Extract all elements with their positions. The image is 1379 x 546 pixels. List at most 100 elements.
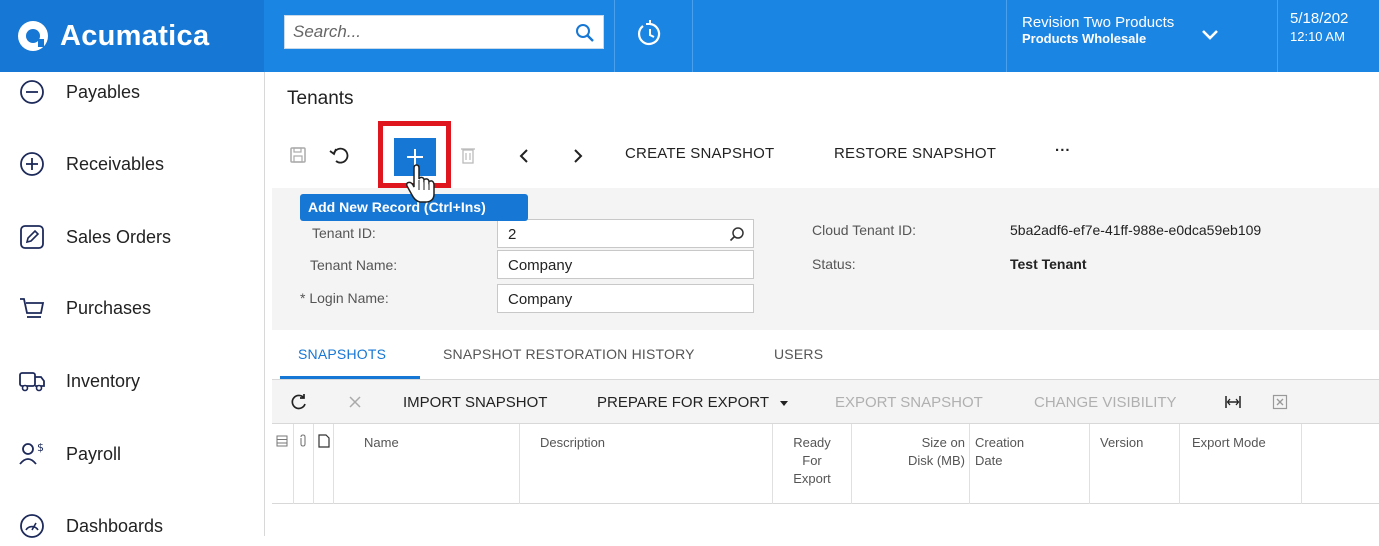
- grid-header: Name Description Ready For Export Size o…: [272, 424, 1379, 504]
- tenant-id-value: 2: [508, 226, 517, 243]
- ready-line-2: For: [802, 453, 822, 468]
- sidebar-item-label: Receivables: [66, 153, 165, 174]
- more-actions-button[interactable]: ···: [1055, 142, 1071, 159]
- sidebar-item-label: Payroll: [66, 443, 122, 464]
- cloud-tenant-id-value: 5ba2adf6-ef7e-41ff-988e-e0dca59eb109: [1010, 222, 1262, 238]
- size-line-2: Disk (MB): [907, 453, 965, 468]
- sidebar-item-purchases[interactable]: Purchases: [18, 288, 151, 328]
- table-icon: [276, 435, 288, 447]
- column-files-indicator[interactable]: [272, 424, 294, 504]
- tab-snapshots[interactable]: SNAPSHOTS: [298, 346, 386, 362]
- cloud-tenant-id-label: Cloud Tenant ID:: [812, 222, 917, 238]
- column-attachments[interactable]: [294, 424, 314, 504]
- close-icon[interactable]: [348, 395, 362, 409]
- minus-circle-icon: [20, 80, 44, 104]
- column-notes[interactable]: [314, 424, 334, 504]
- next-icon[interactable]: [570, 147, 586, 165]
- top-separator: [1277, 0, 1278, 72]
- column-ready-for-export[interactable]: Ready For Export: [773, 424, 852, 504]
- truck-icon: [19, 372, 45, 392]
- tenant-id-field[interactable]: 2: [497, 219, 754, 248]
- login-name-field[interactable]: Company: [497, 284, 754, 313]
- refresh-icon[interactable]: [290, 393, 308, 411]
- cart-icon: [20, 298, 45, 318]
- required-mark: *: [300, 290, 306, 306]
- export-snapshot-button[interactable]: EXPORT SNAPSHOT: [835, 394, 983, 411]
- active-tab-indicator: [280, 376, 420, 379]
- caret-down-icon: [779, 401, 788, 407]
- search-input[interactable]: [285, 16, 555, 48]
- company-name: Revision Two Products: [1022, 14, 1175, 31]
- search-box: [284, 15, 604, 49]
- hand-cursor-icon: [405, 164, 435, 203]
- sidebar: Payables Receivables Sales Orders Purcha…: [0, 72, 265, 538]
- sidebar-item-payroll[interactable]: $ Payroll: [18, 434, 121, 474]
- tenant-id-label: Tenant ID:: [312, 225, 376, 241]
- delete-icon[interactable]: [460, 145, 476, 165]
- column-size-on-disk[interactable]: Size on Disk (MB): [852, 424, 970, 504]
- sidebar-item-payables[interactable]: Payables: [18, 72, 140, 112]
- status-label: Status:: [812, 256, 856, 272]
- sidebar-item-sales-orders[interactable]: Sales Orders: [18, 217, 171, 257]
- column-description[interactable]: Description: [520, 424, 773, 504]
- column-name[interactable]: Name: [334, 424, 520, 504]
- svg-text:$: $: [37, 441, 44, 454]
- sidebar-item-dashboards[interactable]: Dashboards: [18, 506, 163, 546]
- ready-line-3: Export: [793, 471, 831, 486]
- sidebar-item-inventory[interactable]: Inventory: [18, 361, 140, 401]
- search-icon[interactable]: [575, 23, 595, 43]
- prepare-for-export-button[interactable]: PREPARE FOR EXPORT: [597, 394, 789, 411]
- creation-line-2: Date: [975, 453, 1003, 468]
- tab-bar: SNAPSHOTS SNAPSHOT RESTORATION HISTORY U…: [272, 336, 1379, 380]
- user-dollar-icon: $: [19, 441, 44, 465]
- page-title: Tenants: [287, 88, 354, 109]
- company-selector[interactable]: Revision Two Products Products Wholesale: [1022, 14, 1272, 47]
- tab-snapshot-restoration-history[interactable]: SNAPSHOT RESTORATION HISTORY: [443, 346, 695, 362]
- document-icon: [318, 434, 330, 448]
- tab-users[interactable]: USERS: [774, 346, 823, 362]
- pencil-square-icon: [20, 225, 44, 249]
- column-creation-date[interactable]: Creation Date: [970, 424, 1090, 504]
- business-date[interactable]: 5/18/202 12:10 AM: [1290, 10, 1379, 46]
- date-text: 5/18/202: [1290, 10, 1349, 27]
- status-value: Test Tenant: [1010, 256, 1087, 272]
- top-separator: [1006, 0, 1007, 72]
- column-export-mode[interactable]: Export Mode: [1180, 424, 1302, 504]
- previous-icon[interactable]: [516, 147, 532, 165]
- save-icon[interactable]: [288, 145, 308, 165]
- top-separator: [614, 0, 615, 72]
- plus-circle-icon: [20, 152, 44, 176]
- import-snapshot-button[interactable]: IMPORT SNAPSHOT: [403, 394, 547, 411]
- create-snapshot-button[interactable]: CREATE SNAPSHOT: [625, 145, 774, 162]
- login-name-label-text: Login Name:: [309, 290, 389, 306]
- search-icon[interactable]: [729, 226, 745, 242]
- tenant-name-label: Tenant Name:: [310, 257, 398, 273]
- branch-name: Products Wholesale: [1022, 31, 1147, 46]
- login-name-label: * Login Name:: [300, 290, 389, 306]
- acumatica-logo-icon: [18, 21, 48, 51]
- top-bar: Acumatica Revision Two Products Products…: [0, 0, 1379, 72]
- restore-snapshot-button[interactable]: RESTORE SNAPSHOT: [834, 145, 996, 162]
- sidebar-item-receivables[interactable]: Receivables: [18, 144, 164, 184]
- tenant-name-field[interactable]: Company: [497, 250, 754, 279]
- sidebar-item-label: Payables: [66, 81, 141, 102]
- column-version[interactable]: Version: [1090, 424, 1180, 504]
- sidebar-item-label: Sales Orders: [66, 226, 172, 247]
- size-line-1: Size on: [921, 435, 965, 450]
- creation-line-1: Creation: [975, 435, 1025, 450]
- chevron-down-icon[interactable]: [1200, 28, 1220, 42]
- history-icon[interactable]: [634, 18, 666, 50]
- ready-line-1: Ready: [793, 435, 831, 450]
- brand-name: Acumatica: [60, 19, 210, 52]
- sidebar-item-label: Purchases: [66, 297, 152, 318]
- fit-columns-icon[interactable]: [1224, 394, 1242, 410]
- undo-icon[interactable]: [328, 145, 350, 165]
- paperclip-icon: [300, 434, 306, 447]
- top-separator: [692, 0, 693, 72]
- sidebar-item-label: Inventory: [66, 370, 141, 391]
- export-excel-icon[interactable]: [1272, 394, 1288, 410]
- time-text: 12:10 AM: [1290, 29, 1345, 44]
- prepare-for-export-label: PREPARE FOR EXPORT: [597, 394, 769, 411]
- brand-logo[interactable]: Acumatica: [0, 0, 264, 72]
- change-visibility-button[interactable]: CHANGE VISIBILITY: [1034, 394, 1177, 411]
